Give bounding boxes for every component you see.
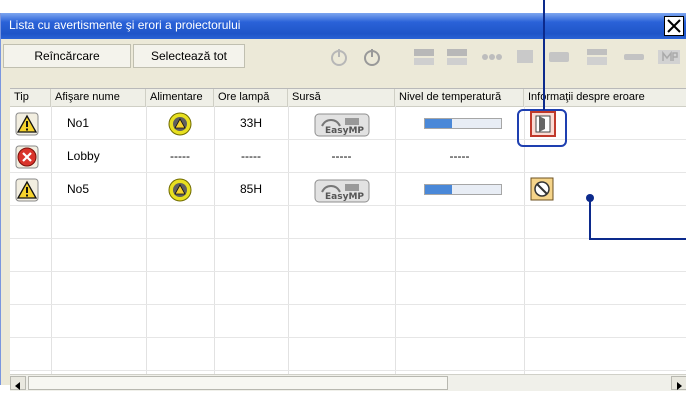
table-row[interactable]: No1 33H EasyMP xyxy=(10,107,686,140)
easymp-source-icon[interactable] xyxy=(656,47,682,67)
table-row[interactable]: No5 85H EasyMP xyxy=(10,173,686,206)
select-all-button[interactable]: Selectează tot xyxy=(133,44,245,68)
lamp-hours: ----- xyxy=(241,149,261,163)
warning-icon xyxy=(15,178,39,202)
callout-line xyxy=(589,197,591,239)
temperature-bar xyxy=(424,184,502,195)
column-source[interactable]: Sursă xyxy=(288,89,395,106)
column-lamp-hours[interactable]: Ore lampă xyxy=(214,89,288,106)
column-error-info[interactable]: Informaţii despre eroare xyxy=(524,89,686,106)
lamp-hours: 33H xyxy=(240,116,263,130)
column-temperature[interactable]: Nivel de temperatură xyxy=(395,89,524,106)
temperature-text: ----- xyxy=(449,149,470,163)
horizontal-scrollbar[interactable] xyxy=(10,374,686,391)
arrow-left-icon xyxy=(15,382,20,390)
error-icon xyxy=(15,145,39,169)
svg-text:EasyMP: EasyMP xyxy=(325,192,364,202)
projector-name: Lobby xyxy=(67,149,100,163)
table-row xyxy=(10,206,686,239)
table-row xyxy=(10,239,686,272)
error-info-highlight xyxy=(517,109,567,147)
column-power[interactable]: Alimentare xyxy=(146,89,214,106)
temperature-bar xyxy=(424,118,502,129)
projector-warning-error-window: Lista cu avertismente şi erori a proiect… xyxy=(0,13,686,391)
warning-icon xyxy=(15,112,39,136)
power-off-icon[interactable] xyxy=(359,47,385,67)
lamp-warning-icon xyxy=(168,112,192,136)
component-source-icon[interactable] xyxy=(479,47,505,67)
table-row xyxy=(10,305,686,338)
table-row[interactable]: Lobby ----- ----- ----- ----- xyxy=(10,140,686,173)
callout-dot xyxy=(586,194,594,202)
scroll-right-button[interactable] xyxy=(671,376,686,390)
scroll-left-button[interactable] xyxy=(10,376,26,390)
svg-text:EasyMP: EasyMP xyxy=(325,126,364,136)
lamp-warning-icon xyxy=(168,178,192,202)
video-source-icon[interactable] xyxy=(513,47,539,67)
close-button[interactable] xyxy=(664,16,684,36)
table-header: Tip Afişare nume Alimentare Ore lampă Su… xyxy=(10,89,686,107)
arrow-right-icon xyxy=(677,382,682,390)
table-row xyxy=(10,272,686,305)
toolbar: Reîncărcare Selectează tot xyxy=(1,40,686,72)
lamp-hours: 85H xyxy=(240,182,263,196)
filter-error-icon xyxy=(530,177,554,201)
s-video-source-icon[interactable] xyxy=(546,47,572,67)
callout-line xyxy=(543,0,545,110)
reload-button[interactable]: Reîncărcare xyxy=(3,44,131,68)
scroll-thumb[interactable] xyxy=(28,376,448,390)
usb-source-icon[interactable] xyxy=(621,47,647,67)
projector-name: No5 xyxy=(67,182,90,196)
power-on-icon[interactable] xyxy=(326,47,352,67)
projector-list-table: Tip Afişare nume Alimentare Ore lampă Su… xyxy=(10,88,686,375)
computer2-source-icon[interactable] xyxy=(444,47,470,67)
easymp-icon: EasyMP xyxy=(314,113,370,137)
column-name[interactable]: Afişare nume xyxy=(51,89,146,106)
callout-line xyxy=(589,238,686,240)
hdmi-source-icon[interactable] xyxy=(584,47,610,67)
power-status: ----- xyxy=(170,149,190,163)
column-type[interactable]: Tip xyxy=(10,89,51,106)
computer-source-icon[interactable] xyxy=(411,47,437,67)
projector-name: No1 xyxy=(67,116,90,130)
table-row xyxy=(10,338,686,371)
window-title: Lista cu avertismente şi erori a proiect… xyxy=(9,18,241,32)
easymp-icon: EasyMP xyxy=(314,179,370,203)
source: ----- xyxy=(331,149,352,163)
close-icon xyxy=(667,19,681,33)
title-bar: Lista cu avertismente şi erori a proiect… xyxy=(1,13,686,39)
